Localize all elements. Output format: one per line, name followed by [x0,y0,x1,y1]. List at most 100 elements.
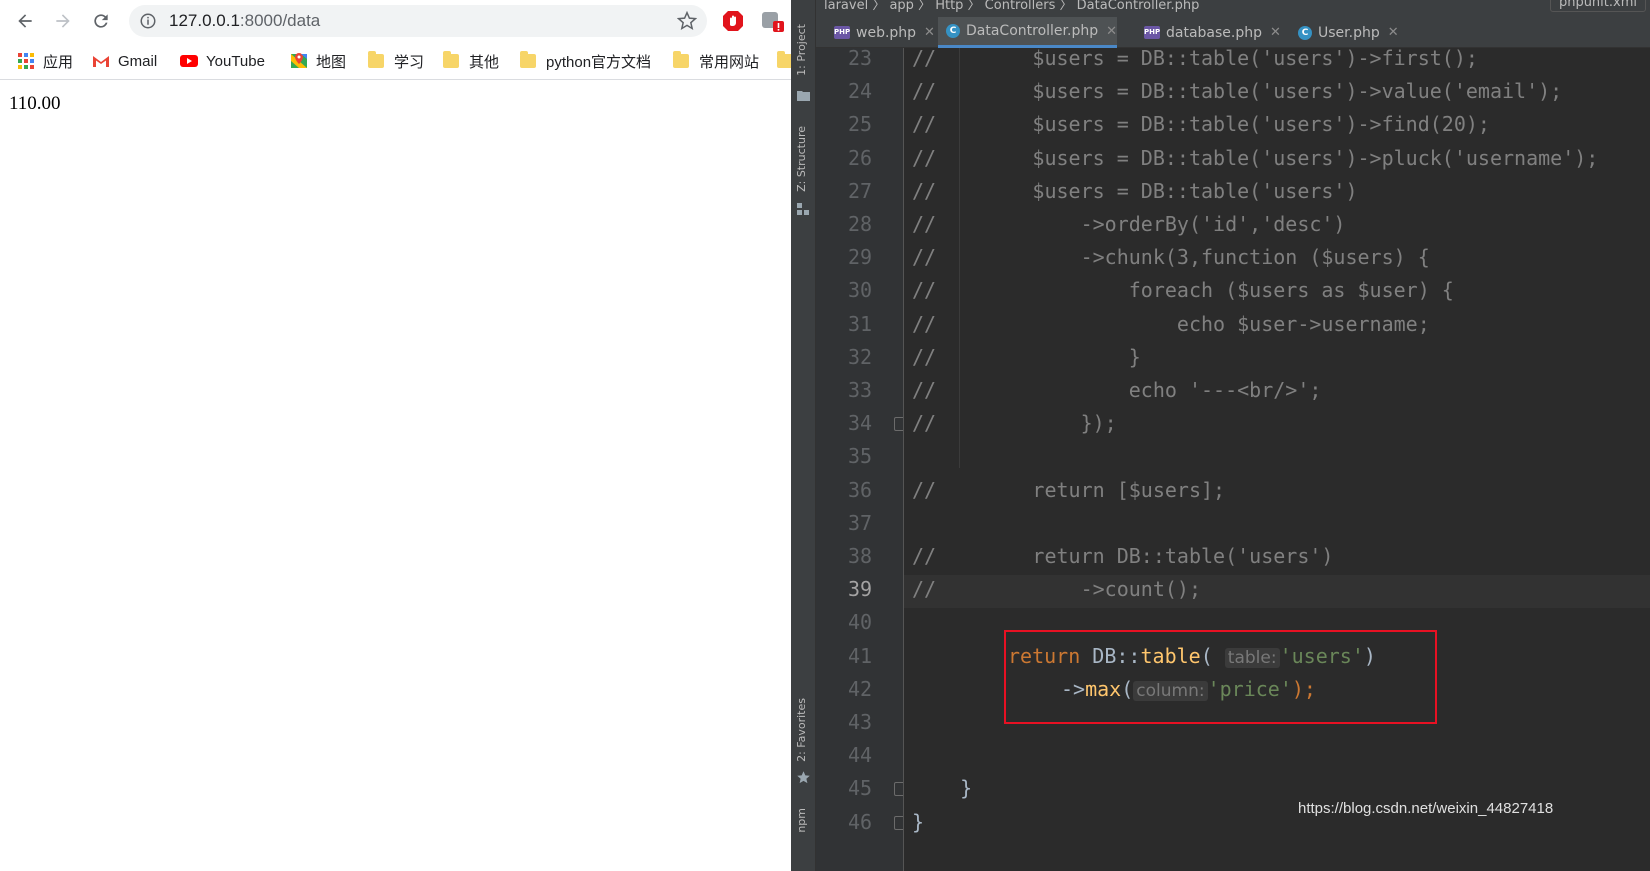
code-line: // foreach ($users as $user) { [912,278,1454,303]
folder-icon [520,51,536,68]
ide-window: 1: Project Z: Structure 2: Favorites npm… [791,0,1650,871]
class-icon: C [1298,25,1312,40]
code-line: // $users = DB::table('users')->find(20)… [912,112,1490,137]
code-line: // $users = DB::table('users')->first(); [912,46,1478,70]
line-number: 29 [848,245,873,270]
php-file-icon: PHP [1144,26,1160,39]
url-text: 127.0.0.1:8000/data [169,5,320,37]
line-number: 34 [848,411,873,436]
favorites-tool-button[interactable]: 2: Favorites [795,698,808,762]
code-line: // ->chunk(3,function ($users) { [912,245,1430,270]
info-icon[interactable] [139,12,157,30]
line-number: 43 [848,710,873,734]
line-number-gutter[interactable]: 23 24 25 26 27 28 29 30 31 32 33 34 35 36 37 38 39 40 41 42… [816,46,906,871]
browser-window: 127.0.0.1:8000/data 应用 Gmail YouTube 地图 … [0,0,791,871]
breadcrumb: laravel 〉 app 〉 Http 〉 Controllers 〉 Dat… [816,0,1650,17]
bookmark-folder-common-sites[interactable]: 常用网站 [673,42,759,80]
line-number: 28 [848,212,873,236]
forward-button[interactable] [49,7,77,35]
bookmark-label: 应用 [43,53,74,71]
reload-button[interactable] [87,7,115,35]
run-config-selector[interactable]: phpunit.xml [1549,0,1646,12]
line-number: 40 [848,610,873,635]
breadcrumb-path[interactable]: laravel 〉 app 〉 Http 〉 Controllers 〉 Dat… [824,0,1199,13]
line-number: 35 [848,444,873,469]
url-path: :8000/data [239,11,321,30]
line-number: 23 [848,46,873,70]
line-number: 27 [848,178,873,203]
extension-alert-icon[interactable] [760,9,784,33]
bookmark-label: python官方文档 [546,53,652,71]
bookmark-label: 学习 [394,53,425,71]
line-number: 32 [848,344,873,369]
code-line: // return DB::table('users') [912,544,1334,568]
bookmark-apps[interactable]: 应用 [17,42,73,80]
structure-tool-button[interactable]: Z: Structure [795,126,808,192]
folder-icon [673,51,689,68]
watermark: https://blog.csdn.net/weixin_44827418 [1298,800,1554,817]
apps-grid-icon [18,53,34,69]
folder-icon [777,51,791,68]
bookmark-maps[interactable]: 地图 [290,42,346,80]
npm-tool-button[interactable]: npm [795,808,808,833]
indent-guide [959,48,960,468]
line-number: 41 [848,643,873,668]
code-line: // }); [912,411,1117,436]
class-icon: C [946,24,960,38]
adblock-extension-icon[interactable] [721,9,745,33]
close-icon[interactable]: ✕ [924,25,935,40]
folder-icon [443,51,459,68]
bookmark-youtube[interactable]: YouTube [180,42,265,80]
bookmark-folder-study[interactable]: 学习 [368,42,424,80]
run-config-label: phpunit.xml [1558,0,1637,10]
code-line: } [912,809,925,834]
structure-icon [797,203,809,215]
line-number: 33 [848,378,873,402]
youtube-icon [180,55,198,67]
bookmark-star-icon[interactable] [677,11,697,31]
annotation-highlight-box [1004,630,1437,724]
folder-icon [368,51,384,68]
code-line: // $users = DB::table('users') [912,178,1358,203]
address-bar[interactable]: 127.0.0.1:8000/data [129,5,707,37]
line-number: 44 [848,743,873,768]
close-icon[interactable]: ✕ [1270,25,1281,40]
line-number: 24 [848,79,873,104]
line-number: 26 [848,145,873,170]
code-line: // ->count(); [912,577,1201,602]
bookmark-folder-python-docs[interactable]: python官方文档 [520,42,651,80]
back-button[interactable] [11,7,39,35]
line-number: 37 [848,510,873,535]
bookmark-label: Gmail [118,52,158,70]
browser-toolbar: 127.0.0.1:8000/data [0,0,791,42]
close-icon[interactable]: ✕ [1106,24,1117,39]
bookmark-label: 常用网站 [699,53,760,71]
bookmark-gmail[interactable]: Gmail [92,42,157,80]
line-number: 25 [848,112,873,137]
response-text: 110.00 [9,93,61,114]
tool-window-strip: 1: Project Z: Structure 2: Favorites npm [791,0,816,871]
tab-label: database.php [1166,24,1263,41]
gmail-icon [93,56,109,67]
bookmark-label: YouTube [206,52,265,70]
maps-icon [291,53,307,68]
code-line: // $users = DB::table('users')->pluck('u… [912,145,1599,170]
bookmark-folder-overflow[interactable] [777,42,791,80]
line-number: 30 [848,278,873,303]
url-host: 127.0.0.1 [169,11,240,30]
code-editor[interactable]: // $users = DB::table('users')->first();… [904,46,1650,871]
line-number: 38 [848,544,873,568]
code-line: // ->orderBy('id','desc') [912,212,1346,236]
project-tool-button[interactable]: 1: Project [795,24,808,76]
php-file-icon: PHP [834,26,850,39]
bookmark-folder-other[interactable]: 其他 [443,42,499,80]
code-line: } [912,776,973,801]
tab-label: User.php [1318,24,1380,41]
arrow-left-icon [18,14,32,28]
page-content: 110.00 [0,81,791,871]
close-icon[interactable]: ✕ [1388,25,1399,40]
line-number: 45 [848,776,873,801]
code-line: // return [$users]; [912,477,1226,502]
tab-label: DataController.php [966,23,1099,39]
line-number: 46 [848,809,873,834]
